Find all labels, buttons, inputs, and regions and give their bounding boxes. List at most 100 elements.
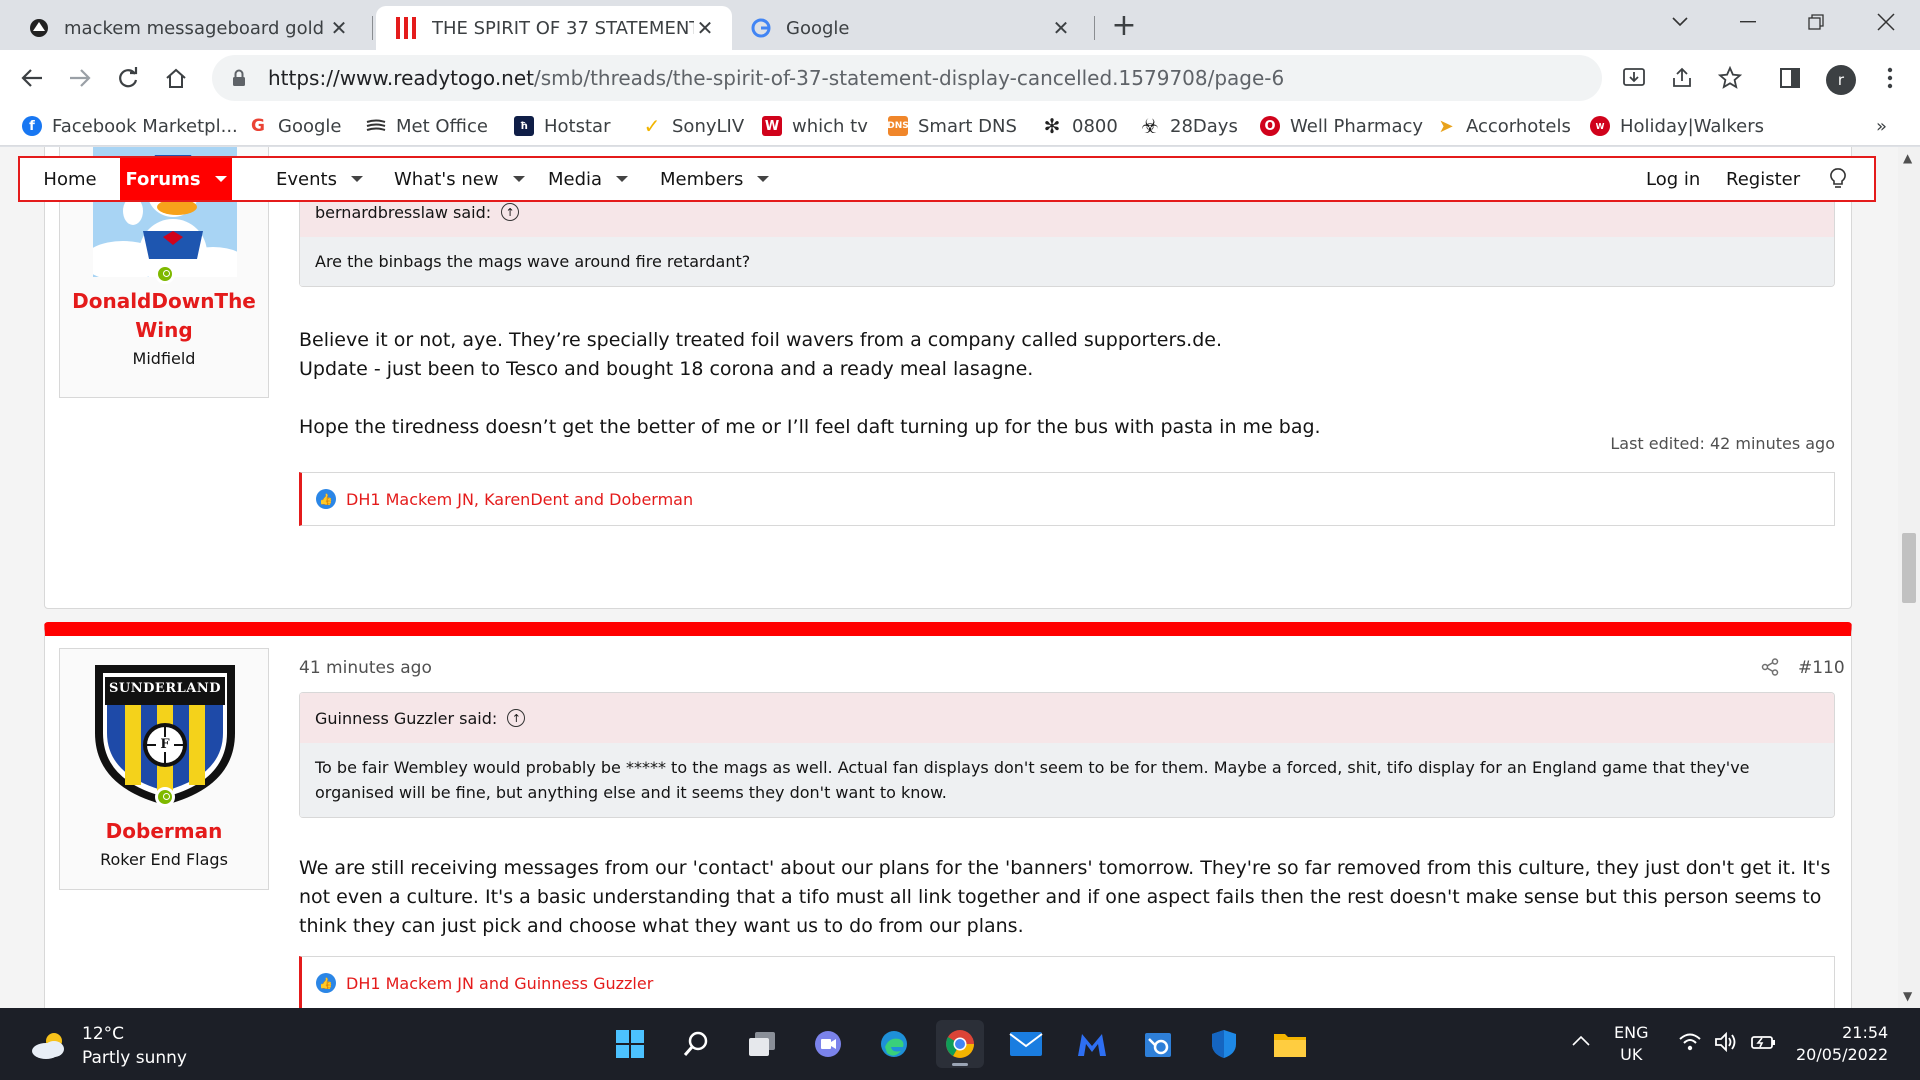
nav-events[interactable]: Events xyxy=(276,158,363,200)
bookmark-label: Smart DNS xyxy=(918,115,1017,137)
scrollbar-thumb[interactable] xyxy=(1902,533,1916,603)
scroll-up-arrow-icon[interactable]: ▲ xyxy=(1903,151,1912,165)
clock[interactable]: 21:54 20/05/2022 xyxy=(1796,1022,1888,1066)
mail-icon[interactable] xyxy=(1002,1020,1050,1068)
bookmark-28days[interactable]: ☣ 28Days xyxy=(1140,114,1238,138)
login-link[interactable]: Log in xyxy=(1646,158,1700,200)
tab-title: Google xyxy=(786,17,850,39)
page-scrollbar[interactable]: ▲ ▼ xyxy=(1898,147,1920,1008)
start-button[interactable] xyxy=(606,1020,654,1068)
reload-button[interactable] xyxy=(108,58,148,98)
chrome-icon[interactable] xyxy=(936,1020,984,1068)
keyboard-layout: UK xyxy=(1620,1045,1643,1064)
weather-widget[interactable]: 12°C Partly sunny xyxy=(30,1022,187,1070)
more-bookmarks-chevron-icon[interactable]: » xyxy=(1876,114,1887,138)
profile-avatar[interactable]: r xyxy=(1826,65,1856,95)
show-hidden-icons-chevron-icon[interactable] xyxy=(1572,1030,1590,1052)
file-explorer-icon[interactable] xyxy=(1266,1020,1314,1068)
windows-taskbar: 12°C Partly sunny ENG UK 21:54 20/05/202… xyxy=(0,1008,1920,1080)
reactions-list[interactable]: DH1 Mackem JN and Guinness Guzzler xyxy=(346,974,653,993)
bookmark-0800[interactable]: ✻ 0800 xyxy=(1042,114,1118,138)
settings-store-icon[interactable] xyxy=(1134,1020,1182,1068)
system-tray-icons[interactable] xyxy=(1678,1032,1776,1052)
forward-button[interactable] xyxy=(60,58,100,98)
malwarebytes-icon[interactable] xyxy=(1068,1020,1116,1068)
close-tab-icon[interactable]: ✕ xyxy=(694,16,716,40)
bookmark-label: Facebook Marketpl... xyxy=(52,115,238,137)
install-app-icon[interactable] xyxy=(1618,62,1650,94)
restore-button[interactable] xyxy=(1788,0,1844,44)
bookmark-label: Google xyxy=(278,115,342,137)
reactions-list[interactable]: DH1 Mackem JN, KarenDent and Doberman xyxy=(346,490,693,509)
post-number-link[interactable]: #110 xyxy=(1798,658,1845,678)
url-path: /smb/threads/the-spirit-of-37-statement-… xyxy=(534,66,1285,90)
task-view-icon[interactable] xyxy=(738,1020,786,1068)
nav-label: Events xyxy=(276,168,337,190)
tab-google[interactable]: Google ✕ xyxy=(732,6,1088,50)
edge-icon[interactable] xyxy=(870,1020,918,1068)
biohazard-icon: ☣ xyxy=(1140,114,1160,138)
tab-spirit-of-37[interactable]: THE SPIRIT OF 37 STATEMENT - D ✕ xyxy=(376,6,732,50)
chrome-menu-icon[interactable] xyxy=(1874,62,1906,94)
bookmark-hotstar[interactable]: ħ Hotstar xyxy=(514,114,610,138)
tab-search-chevron-icon[interactable] xyxy=(1652,0,1708,44)
new-tab-button[interactable]: + xyxy=(1107,8,1141,43)
reactions-bar[interactable]: 👍 DH1 Mackem JN and Guinness Guzzler xyxy=(299,956,1835,1008)
bookmark-well-pharmacy[interactable]: O Well Pharmacy xyxy=(1260,114,1423,138)
arrow-up-circle-icon[interactable]: ↑ xyxy=(507,709,526,727)
address-bar[interactable]: https://www.readytogo.net/smb/threads/th… xyxy=(212,55,1602,101)
bookmark-facebook-marketplace[interactable]: f Facebook Marketpl... xyxy=(22,114,238,138)
close-tab-icon[interactable]: ✕ xyxy=(328,16,350,40)
bookmark-star-icon[interactable] xyxy=(1714,62,1746,94)
language-indicator[interactable]: ENG UK xyxy=(1614,1022,1648,1066)
back-button[interactable] xyxy=(12,58,52,98)
post-date[interactable]: 41 minutes ago xyxy=(299,658,432,678)
arrow-up-circle-icon[interactable]: ↑ xyxy=(501,203,520,221)
lightbulb-icon[interactable] xyxy=(1830,158,1846,200)
nav-media[interactable]: Media xyxy=(548,158,629,200)
lock-icon xyxy=(233,69,245,86)
sonyliv-icon: ✓ xyxy=(642,114,662,138)
google-favicon-icon xyxy=(751,18,771,38)
search-icon[interactable] xyxy=(672,1020,720,1068)
chevron-down-icon xyxy=(512,176,525,182)
volume-icon xyxy=(1715,1032,1736,1052)
nav-members[interactable]: Members xyxy=(660,158,770,200)
bookmark-holiday-walkers[interactable]: W Holiday|Walkers xyxy=(1590,114,1764,138)
username-link[interactable]: DonaldDownThe Wing xyxy=(60,287,268,345)
close-tab-icon[interactable]: ✕ xyxy=(1050,16,1072,40)
avatar-badge-letter: F xyxy=(156,737,174,752)
bookmark-sonyliv[interactable]: ✓ SonyLIV xyxy=(642,114,744,138)
quote-body: Are the binbags the mags wave around fir… xyxy=(299,237,1834,286)
nav-home[interactable]: Home xyxy=(20,158,120,200)
nav-forums[interactable]: Forums xyxy=(120,158,232,200)
readytogo-favicon-icon xyxy=(396,17,416,39)
bookmark-met-office[interactable]: Met Office xyxy=(366,114,488,138)
bookmark-google[interactable]: G Google xyxy=(248,114,341,138)
thumbs-up-icon: 👍 xyxy=(316,973,336,993)
teams-chat-icon[interactable] xyxy=(804,1020,852,1068)
share-icon[interactable] xyxy=(1761,658,1779,681)
side-panel-icon[interactable] xyxy=(1774,62,1806,94)
reactions-bar[interactable]: 👍 DH1 Mackem JN, KarenDent and Doberman xyxy=(299,472,1835,526)
defender-shield-icon[interactable] xyxy=(1200,1020,1248,1068)
share-page-icon[interactable] xyxy=(1666,62,1698,94)
google-icon: G xyxy=(248,116,268,136)
quote-author: bernardbresslaw said: xyxy=(315,202,492,222)
bookmark-accorhotels[interactable]: ➤ Accorhotels xyxy=(1436,114,1571,138)
home-button[interactable] xyxy=(156,58,196,98)
minimize-button[interactable] xyxy=(1720,0,1776,44)
bookmark-which-tv[interactable]: Wwhich tv xyxy=(762,114,868,138)
close-window-button[interactable] xyxy=(1858,0,1914,44)
nav-whats-new[interactable]: What's new xyxy=(394,158,525,200)
post-line: Hope the tiredness doesn’t get the bette… xyxy=(299,416,1321,438)
register-link[interactable]: Register xyxy=(1726,158,1800,200)
scroll-down-arrow-icon[interactable]: ▼ xyxy=(1903,989,1912,1003)
quote-header[interactable]: Guinness Guzzler said: ↑ xyxy=(299,693,1834,743)
tab-mackem[interactable]: mackem messageboard gold - Pa ✕ xyxy=(10,6,366,50)
tab-separator xyxy=(1094,16,1095,40)
facebook-icon: f xyxy=(22,116,42,136)
bookmark-smart-dns[interactable]: DNS Smart DNS xyxy=(887,114,1017,138)
username-link[interactable]: Doberman xyxy=(60,817,268,846)
post-body: We are still receiving messages from our… xyxy=(299,857,1831,937)
